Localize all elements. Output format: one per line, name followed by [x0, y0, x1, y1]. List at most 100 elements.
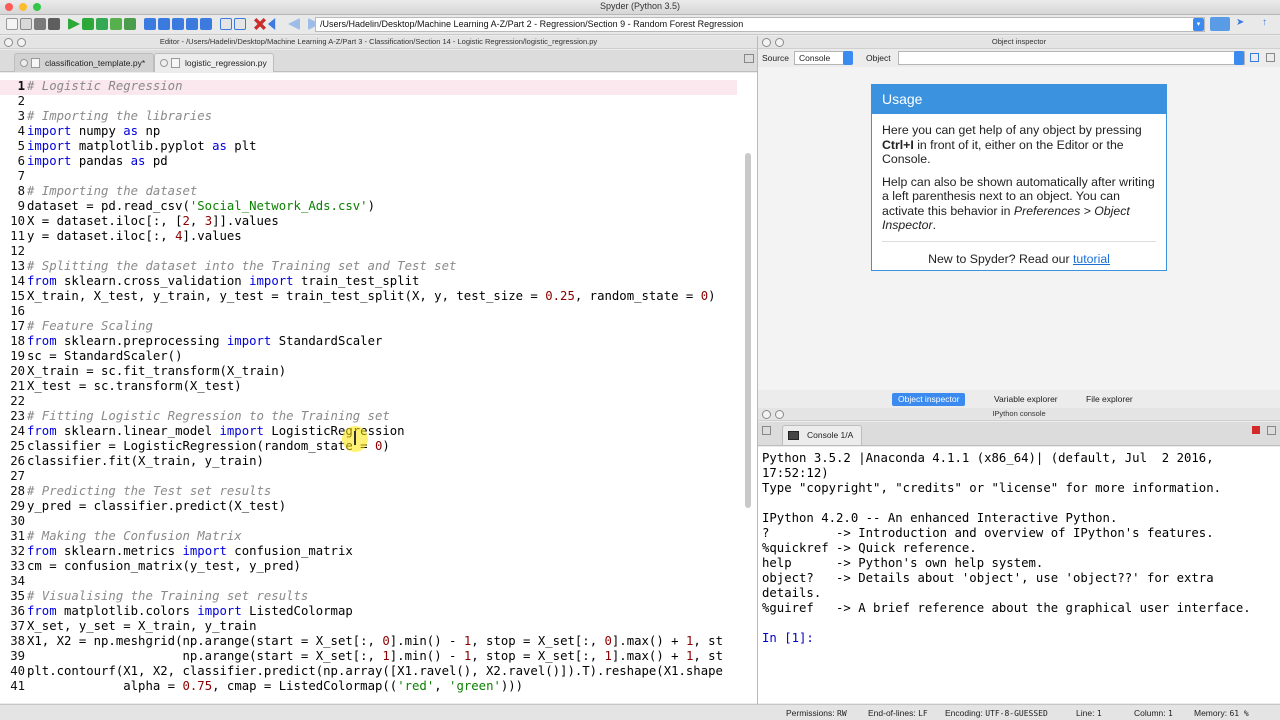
tab-file-explorer[interactable]: File explorer: [1080, 393, 1139, 406]
editor-tabs: classification_template.py* logistic_reg…: [0, 50, 757, 72]
code-line: 22: [0, 394, 737, 409]
continue-icon[interactable]: [186, 18, 198, 30]
save-icon[interactable]: [34, 18, 46, 30]
console-menu-icon[interactable]: [762, 426, 771, 435]
tab-label: classification_template.py*: [45, 58, 146, 68]
save-all-icon[interactable]: [48, 18, 60, 30]
line-number: 15: [10, 289, 25, 303]
code-line: 28 # Predicting the Test set results: [0, 484, 737, 499]
code-editor[interactable]: 1 # Logistic Regression 2 3 # Importing the …: [0, 73, 757, 703]
code-line: 13 # Splitting the dataset into the Train…: [0, 259, 737, 274]
object-label: Object: [866, 53, 891, 63]
line-number: 4: [17, 124, 25, 138]
code-line: 35 # Visualising the Training set results: [0, 589, 737, 604]
line-number: 24: [10, 424, 25, 438]
options-icon[interactable]: [1266, 53, 1275, 62]
code-line: 10 X = dataset.iloc[:, [2, 3]].values: [0, 214, 737, 229]
console-line: %quickref -> Quick reference.: [762, 541, 977, 555]
code-line: 30: [0, 514, 737, 529]
code-line: 2: [0, 94, 737, 109]
console-line: IPython 4.2.0 -- An enhanced Interactive…: [762, 511, 1118, 525]
code-line: 33 cm = confusion_matrix(y_test, y_pred): [0, 559, 737, 574]
preferences-icon[interactable]: [254, 18, 266, 30]
line-number: 34: [10, 574, 25, 588]
permissions-status: Permissions: RW: [786, 708, 847, 718]
ipython-console[interactable]: Python 3.5.2 |Anaconda 4.1.1 (x86_64)| (…: [758, 447, 1280, 703]
tab-variable-explorer[interactable]: Variable explorer: [988, 393, 1064, 406]
close-tab-icon[interactable]: [160, 59, 168, 67]
stop-debug-icon[interactable]: [200, 18, 212, 30]
code-line: 3 # Importing the libraries: [0, 109, 737, 124]
tab-console-1a[interactable]: Console 1/A: [782, 425, 863, 445]
editor-pane-header: Editor - /Users/Hadelin/Desktop/Machine …: [0, 36, 757, 49]
close-tab-icon[interactable]: [20, 59, 28, 67]
editor-title: Editor - /Users/Hadelin/Desktop/Machine …: [159, 37, 598, 46]
line-number: 10: [10, 214, 25, 228]
tab-logistic-regression[interactable]: logistic_regression.py: [154, 53, 274, 72]
source-combo[interactable]: Console: [794, 51, 846, 65]
maximize-pane-icon[interactable]: [220, 18, 232, 30]
line-status: Line: 1: [1076, 708, 1102, 718]
parent-directory-icon[interactable]: ➤: [1236, 17, 1246, 29]
console-line: %guiref -> A brief reference about the g…: [762, 601, 1251, 615]
line-number: 39: [10, 649, 25, 663]
console-tabs: Console 1/A: [758, 422, 1280, 446]
lock-icon[interactable]: [1250, 53, 1259, 62]
run-cell-advance-icon[interactable]: [96, 18, 108, 30]
line-number: 7: [17, 169, 25, 183]
code-line: 16: [0, 304, 737, 319]
fullscreen-icon[interactable]: [234, 18, 246, 30]
pythonpath-icon[interactable]: [268, 18, 276, 30]
tab-object-inspector[interactable]: Object inspector: [892, 393, 966, 406]
console-line: Type "copyright", "credits" or "license"…: [762, 481, 1222, 495]
code-line: 23 # Fitting Logistic Regression to the T…: [0, 409, 737, 424]
console-options-icon[interactable]: [1267, 426, 1276, 435]
run-icon[interactable]: [68, 18, 80, 30]
chevron-down-icon[interactable]: ▾: [1193, 18, 1204, 31]
step-into-icon[interactable]: [158, 18, 170, 30]
code-line: 20 X_train = sc.fit_transform(X_train): [0, 364, 737, 379]
line-number: 22: [10, 394, 25, 408]
open-file-icon[interactable]: [20, 18, 32, 30]
line-number: 40: [10, 664, 25, 678]
code-line: 32 from sklearn.metrics import confusion_…: [0, 544, 737, 559]
stop-kernel-icon[interactable]: [1252, 426, 1260, 434]
console-line: ? -> Introduction and overview of IPytho…: [762, 526, 1214, 540]
code-line: 7: [0, 169, 737, 184]
tab-classification-template[interactable]: classification_template.py*: [14, 53, 154, 72]
run-cell-icon[interactable]: [82, 18, 94, 30]
run-selection-icon[interactable]: [110, 18, 122, 30]
set-directory-icon[interactable]: ↑: [1262, 17, 1272, 29]
encoding-status: Encoding: UTF-8-GUESSED: [945, 708, 1048, 718]
step-return-icon[interactable]: [172, 18, 184, 30]
console-prompt[interactable]: In [1]:: [762, 631, 1251, 646]
working-directory-combo[interactable]: /Users/Hadelin/Desktop/Machine Learning …: [315, 17, 1205, 32]
code-line: 36 from matplotlib.colors import ListedCo…: [0, 604, 737, 619]
tutorial-link[interactable]: tutorial: [1073, 252, 1110, 266]
browse-folder-icon[interactable]: [1210, 17, 1230, 31]
console-line: help -> Python's own help system.: [762, 556, 1044, 570]
code-line: 19 sc = StandardScaler(): [0, 349, 737, 364]
ipython-console-header: IPython console: [758, 408, 1280, 421]
line-number: 25: [10, 439, 25, 453]
console-line: Python 3.5.2 |Anaconda 4.1.1 (x86_64)| (…: [762, 451, 1214, 465]
console-line: 17:52:12): [762, 466, 829, 480]
back-arrow-icon[interactable]: [288, 18, 300, 30]
editor-scrollbar[interactable]: [745, 153, 751, 508]
object-inspector-title: Object inspector: [991, 37, 1047, 46]
code-line: 14 from sklearn.cross_validation import t…: [0, 274, 737, 289]
step-icon[interactable]: [144, 18, 156, 30]
memory-status: Memory: 61 %: [1194, 708, 1249, 718]
line-number: 41: [10, 679, 25, 693]
line-number: 27: [10, 469, 25, 483]
debug-icon[interactable]: [124, 18, 136, 30]
object-inspector-header: Object inspector: [758, 36, 1280, 49]
chevron-down-icon[interactable]: [843, 51, 853, 65]
console-output: Python 3.5.2 |Anaconda 4.1.1 (x86_64)| (…: [762, 451, 1251, 646]
code-line: 25 classifier = LogisticRegression(random…: [0, 439, 737, 454]
tabs-menu-icon[interactable]: [744, 54, 754, 63]
chevron-down-icon[interactable]: [1234, 51, 1244, 65]
object-input[interactable]: [898, 51, 1245, 65]
new-file-icon[interactable]: [6, 18, 18, 30]
